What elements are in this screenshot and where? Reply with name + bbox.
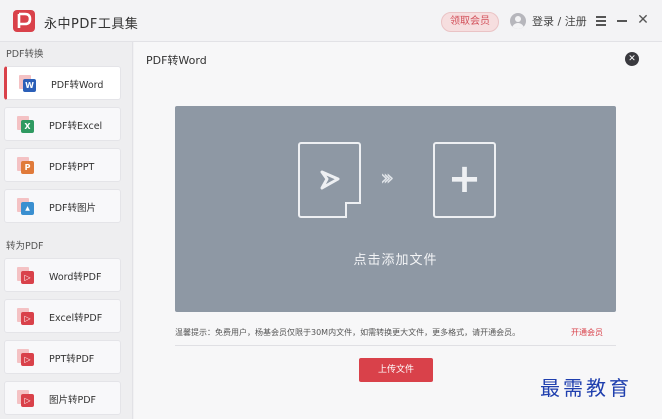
image-icon: ▲: [17, 198, 35, 216]
sidebar-item-label: PDF转Word: [51, 80, 104, 91]
section-label-to-pdf: 转为PDF: [6, 241, 44, 252]
pdf-icon: ▷: [17, 308, 35, 326]
pdf-icon: ▷: [17, 267, 35, 285]
sidebar-item-image-to-pdf[interactable]: ▷ 图片转PDF: [4, 381, 121, 415]
sidebar-item-label: Word转PDF: [49, 272, 102, 283]
add-file-label[interactable]: 点击添加文件: [175, 249, 616, 268]
notice-text: 温馨提示：免费用户，杨基会员仅限于30M内文件，如需转换更大文件，更多格式，请开…: [175, 328, 521, 337]
close-icon[interactable]: ✕: [636, 12, 650, 28]
sidebar-item-label: PDF转Excel: [49, 121, 103, 132]
pdf-document-icon: [298, 142, 361, 218]
sidebar: PDF转换 W PDF转Word X PDF转Excel P PDF转PPT ▲…: [0, 42, 133, 419]
sidebar-item-pdf-to-excel[interactable]: X PDF转Excel: [4, 107, 121, 141]
sidebar-item-pdf-to-ppt[interactable]: P PDF转PPT: [4, 148, 121, 182]
divider: [175, 345, 616, 346]
title-bar: 永中PDF工具集 领取会员 登录 / 注册 ✕: [0, 0, 662, 42]
upload-file-button[interactable]: 上传文件: [359, 358, 433, 382]
pdf-icon: ▷: [17, 390, 35, 408]
sidebar-item-ppt-to-pdf[interactable]: ▷ PPT转PDF: [4, 340, 121, 374]
main-panel: PDF转Word ✕ ››› + 点击添加文件 温馨提示：免费用户，杨基会员仅限…: [134, 42, 662, 419]
page-title: PDF转Word: [146, 54, 207, 67]
sidebar-item-label: Excel转PDF: [49, 313, 103, 324]
pdf-icon: ▷: [17, 349, 35, 367]
menu-icon[interactable]: [594, 12, 608, 28]
open-membership-link[interactable]: 开通会员: [571, 327, 603, 338]
add-file-icon[interactable]: +: [433, 142, 496, 218]
sidebar-item-label: PDF转图片: [49, 203, 97, 214]
arrows-right-icon: ›››: [380, 166, 395, 191]
word-icon: W: [19, 75, 37, 93]
excel-icon: X: [17, 116, 35, 134]
user-avatar-icon[interactable]: [510, 13, 526, 29]
sidebar-item-excel-to-pdf[interactable]: ▷ Excel转PDF: [4, 299, 121, 333]
get-membership-button[interactable]: 领取会员: [441, 12, 499, 32]
section-label-pdf-convert: PDF转换: [6, 49, 44, 60]
sidebar-item-pdf-to-word[interactable]: W PDF转Word: [4, 66, 121, 100]
app-title: 永中PDF工具集: [44, 17, 139, 32]
close-panel-icon[interactable]: ✕: [625, 52, 639, 66]
watermark: 最需教育: [540, 376, 632, 400]
ppt-icon: P: [17, 157, 35, 175]
sidebar-item-pdf-to-image[interactable]: ▲ PDF转图片: [4, 189, 121, 223]
app-logo-icon: [13, 10, 35, 32]
sidebar-item-label: 图片转PDF: [49, 395, 97, 406]
sidebar-item-label: PDF转PPT: [49, 162, 95, 173]
login-register-link[interactable]: 登录 / 注册: [532, 13, 587, 29]
sidebar-item-label: PPT转PDF: [49, 354, 95, 365]
minimize-icon[interactable]: [615, 12, 629, 28]
file-dropzone[interactable]: ››› + 点击添加文件: [175, 106, 616, 312]
sidebar-item-word-to-pdf[interactable]: ▷ Word转PDF: [4, 258, 121, 292]
